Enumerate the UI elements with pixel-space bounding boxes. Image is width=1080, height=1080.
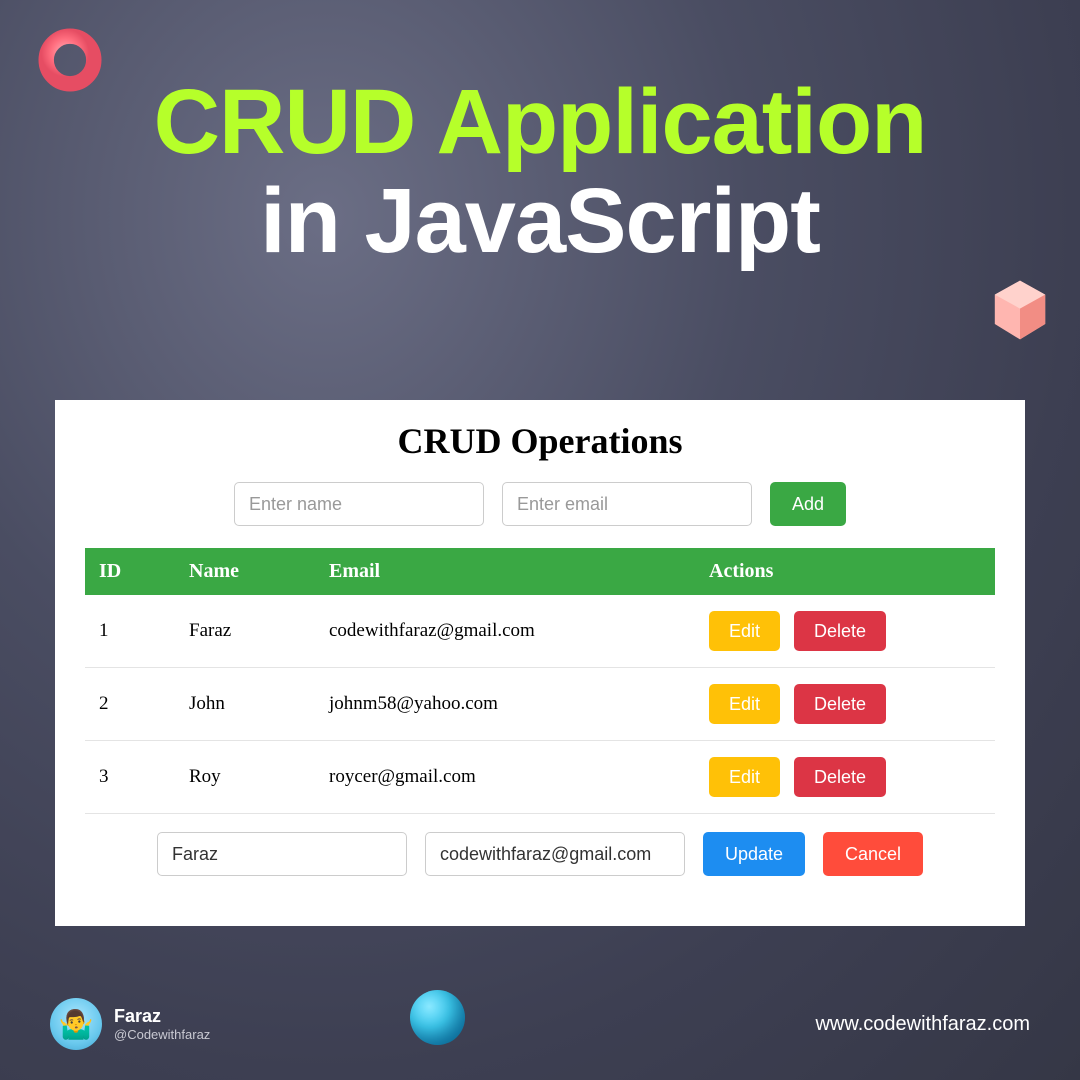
cell-name: Roy [175, 741, 315, 814]
edit-button[interactable]: Edit [709, 684, 780, 724]
site-url: www.codewithfaraz.com [815, 1013, 1030, 1036]
author-block: 🤷‍♂️ Faraz @Codewithfaraz [50, 998, 210, 1050]
header-actions: Actions [695, 548, 995, 595]
page-title: CRUD Application in JavaScript [0, 0, 1080, 274]
author-avatar: 🤷‍♂️ [50, 998, 102, 1050]
crud-card: CRUD Operations Add ID Name Email Action… [55, 400, 1025, 926]
edit-form-row: Update Cancel [85, 832, 995, 876]
table-row: 3Royroycer@gmail.com Edit Delete [85, 741, 995, 814]
cell-actions: Edit Delete [695, 668, 995, 741]
table-row: 2Johnjohnm58@yahoo.com Edit Delete [85, 668, 995, 741]
header-name: Name [175, 548, 315, 595]
data-table: ID Name Email Actions 1Farazcodewithfara… [85, 548, 995, 814]
edit-button[interactable]: Edit [709, 611, 780, 651]
cell-email: roycer@gmail.com [315, 741, 695, 814]
cell-email: codewithfaraz@gmail.com [315, 595, 695, 668]
author-handle: @Codewithfaraz [114, 1027, 210, 1042]
name-input[interactable] [234, 482, 484, 526]
header-email: Email [315, 548, 695, 595]
cell-actions: Edit Delete [695, 595, 995, 668]
cell-name: Faraz [175, 595, 315, 668]
author-name: Faraz [114, 1006, 210, 1027]
add-button[interactable]: Add [770, 482, 846, 526]
email-input[interactable] [502, 482, 752, 526]
delete-button[interactable]: Delete [794, 757, 886, 797]
title-line-1: CRUD Application [0, 70, 1080, 175]
torus-decoration [35, 25, 105, 95]
edit-email-input[interactable] [425, 832, 685, 876]
delete-button[interactable]: Delete [794, 611, 886, 651]
edit-button[interactable]: Edit [709, 757, 780, 797]
footer: 🤷‍♂️ Faraz @Codewithfaraz www.codewithfa… [50, 998, 1030, 1050]
cancel-button[interactable]: Cancel [823, 832, 923, 876]
delete-button[interactable]: Delete [794, 684, 886, 724]
table-row: 1Farazcodewithfaraz@gmail.com Edit Delete [85, 595, 995, 668]
cell-actions: Edit Delete [695, 741, 995, 814]
header-id: ID [85, 548, 175, 595]
update-button[interactable]: Update [703, 832, 805, 876]
cell-id: 2 [85, 668, 175, 741]
crud-heading: CRUD Operations [85, 420, 995, 462]
title-line-2: in JavaScript [0, 169, 1080, 274]
edit-name-input[interactable] [157, 832, 407, 876]
cell-id: 3 [85, 741, 175, 814]
cell-email: johnm58@yahoo.com [315, 668, 695, 741]
cell-id: 1 [85, 595, 175, 668]
cell-name: John [175, 668, 315, 741]
cube-decoration [985, 275, 1055, 345]
add-form-row: Add [85, 482, 995, 526]
